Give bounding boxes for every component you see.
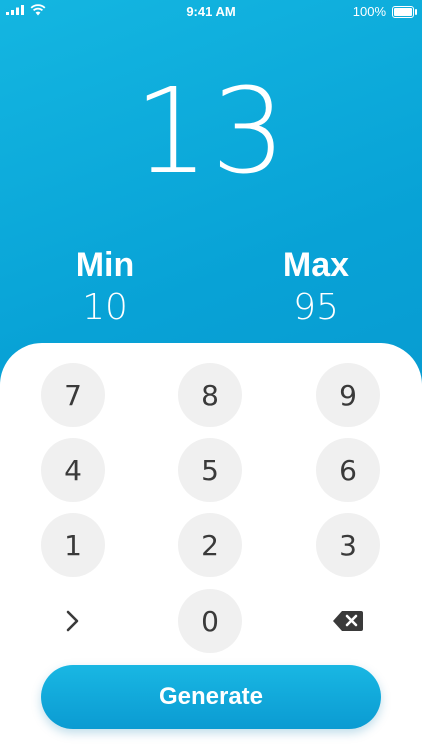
min-value: 10 — [82, 287, 128, 328]
key-7[interactable]: 7 — [41, 363, 105, 427]
max-label: Max — [282, 246, 350, 284]
key-9[interactable]: 9 — [316, 363, 380, 427]
status-right: 100% — [352, 4, 417, 19]
key-8[interactable]: 8 — [178, 363, 242, 427]
key-3[interactable]: 3 — [316, 513, 380, 577]
min-range[interactable]: Min 10 — [25, 248, 185, 326]
key-6[interactable]: 6 — [316, 438, 380, 502]
key-5[interactable]: 5 — [178, 438, 242, 502]
random-result: 13 — [133, 62, 289, 200]
battery-icon — [392, 5, 417, 18]
max-range[interactable]: Max 95 — [236, 248, 396, 326]
generate-button[interactable]: Generate — [41, 665, 381, 729]
max-value: 95 — [293, 287, 339, 328]
next-chevron-button[interactable] — [41, 589, 105, 653]
key-2[interactable]: 2 — [178, 513, 242, 577]
backspace-button[interactable] — [316, 589, 380, 653]
key-0[interactable]: 0 — [178, 589, 242, 653]
key-1[interactable]: 1 — [41, 513, 105, 577]
key-4[interactable]: 4 — [41, 438, 105, 502]
min-label: Min — [75, 246, 135, 284]
status-bar: 9:41 AM 100% — [0, 0, 422, 22]
backspace-icon — [333, 611, 363, 631]
battery-percent: 100% — [352, 4, 386, 19]
chevron-right-icon — [66, 610, 79, 632]
keypad-panel: 7 8 9 4 5 6 1 2 3 0 Generate — [0, 343, 422, 750]
